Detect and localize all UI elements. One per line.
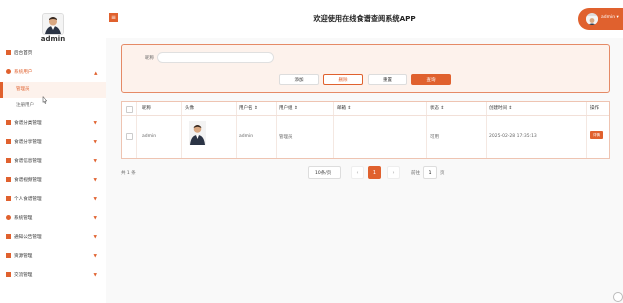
chevron-down-icon: ▼ bbox=[93, 159, 97, 164]
chevron-down-icon: ▼ bbox=[93, 273, 97, 278]
sidebar-username: admin bbox=[40, 35, 66, 43]
chevron-down-icon: ▼ bbox=[93, 254, 97, 259]
sidebar-item-recipe-share[interactable]: 食谱分享管理 ▼ bbox=[0, 133, 106, 152]
cell-username: admin bbox=[239, 134, 254, 139]
total-count: 共 1 条 bbox=[121, 171, 136, 176]
bell-icon bbox=[6, 234, 11, 239]
cell-created: 2025-02-28 17:35:13 bbox=[489, 134, 537, 139]
sidebar-menu: 后台首页 系统用户 ▼ 管理员 注册用户 食谱分类管理 ▼ 食谱分享管理 ▼ 食谱信息… bbox=[0, 44, 106, 285]
sidebar-item-label: 资源管理 bbox=[14, 254, 33, 259]
sidebar-item-label: 食谱视频管理 bbox=[14, 178, 42, 183]
chevron-down-icon: ▼ bbox=[93, 197, 97, 202]
sidebar-item-label: 个人食谱管理 bbox=[14, 197, 42, 202]
sidebar-item-system-users[interactable]: 系统用户 ▼ bbox=[0, 63, 106, 82]
cell-nickname: admin bbox=[142, 134, 157, 139]
sidebar-item-label: 系统管理 bbox=[14, 216, 33, 221]
delete-button[interactable]: 删除 bbox=[323, 74, 363, 85]
column-header-status[interactable]: 状态 ⇕ bbox=[430, 102, 444, 115]
select-all-checkbox[interactable] bbox=[126, 106, 133, 113]
chevron-down-icon: ▼ bbox=[93, 140, 97, 145]
column-header-username[interactable]: 用户名 ⇕ bbox=[239, 102, 258, 115]
page-title: 欢迎使用在线食谱查阅系统APP bbox=[313, 14, 416, 23]
sidebar-item-label: 食谱分享管理 bbox=[14, 140, 42, 145]
cell-group: 管理员 bbox=[279, 135, 293, 140]
gear-icon bbox=[6, 215, 11, 220]
sidebar: admin 后台首页 系统用户 ▼ 管理员 注册用户 食谱分类管理 ▼ 食谱分享管理… bbox=[0, 0, 108, 303]
reset-button[interactable]: 重置 bbox=[368, 74, 407, 85]
page-number-current[interactable]: 1 bbox=[368, 166, 381, 179]
table-header: 昵称 头像 用户名 ⇕ 用户组 ⇕ 邮箱 ⇕ 状态 ⇕ 创建时间 ⇕ 操作 bbox=[122, 102, 609, 116]
data-table: 昵称 头像 用户名 ⇕ 用户组 ⇕ 邮箱 ⇕ 状态 ⇕ 创建时间 ⇕ 操作 ad… bbox=[121, 101, 610, 159]
page-size-select[interactable]: 10条/页 bbox=[308, 166, 341, 179]
home-icon bbox=[6, 50, 11, 55]
user-menu[interactable]: admin ▾ bbox=[578, 8, 623, 30]
search-label: 昵称 bbox=[145, 56, 154, 61]
column-header-email[interactable]: 邮箱 ⇕ bbox=[337, 102, 351, 115]
sidebar-item-label: 食谱分类管理 bbox=[14, 121, 42, 126]
column-header-created[interactable]: 创建时间 ⇕ bbox=[489, 102, 512, 115]
sidebar-subitem-registered-users[interactable]: 注册用户 bbox=[0, 98, 106, 114]
user-icon bbox=[6, 69, 11, 74]
row-avatar-image bbox=[189, 121, 206, 145]
next-page-button[interactable]: › bbox=[387, 166, 400, 179]
row-checkbox[interactable] bbox=[126, 133, 133, 140]
sidebar-item-recipe-category[interactable]: 食谱分类管理 ▼ bbox=[0, 114, 106, 133]
goto-page-input[interactable]: 1 bbox=[423, 166, 437, 179]
pagination: 共 1 条 10条/页 ‹ 1 › 前往 1 页 bbox=[106, 163, 623, 183]
chevron-up-icon: ▼ bbox=[93, 70, 97, 75]
top-header: ≡ 欢迎使用在线食谱查阅系统APP admin ▾ bbox=[106, 0, 623, 39]
sidebar-profile: admin bbox=[0, 0, 106, 43]
prev-page-button[interactable]: ‹ bbox=[351, 166, 364, 179]
cell-status: 可用 bbox=[430, 135, 439, 140]
sidebar-item-label: 食谱信息管理 bbox=[14, 159, 42, 164]
column-header-nickname[interactable]: 昵称 bbox=[142, 102, 151, 115]
main-content: 昵称 添加 删除 重置 查询 昵称 头像 用户名 ⇕ 用户组 ⇕ 邮箱 ⇕ 状态… bbox=[106, 38, 623, 303]
column-header-avatar: 头像 bbox=[185, 106, 194, 111]
sidebar-item-label: 系统用户 bbox=[14, 70, 33, 75]
sidebar-item-home[interactable]: 后台首页 bbox=[0, 44, 106, 63]
chevron-down-icon: ▼ bbox=[93, 235, 97, 240]
sidebar-item-resources[interactable]: 资源管理 ▼ bbox=[0, 247, 106, 266]
assistant-icon[interactable] bbox=[613, 292, 623, 302]
avatar[interactable] bbox=[42, 13, 64, 35]
search-input[interactable] bbox=[157, 52, 274, 63]
sidebar-item-label: 后台首页 bbox=[14, 51, 33, 56]
sidebar-item-notice[interactable]: 通知公告管理 ▼ bbox=[0, 228, 106, 247]
detail-button[interactable]: 详情 bbox=[590, 131, 603, 139]
sidebar-item-label: 交流管理 bbox=[14, 273, 33, 278]
goto-label: 前往 bbox=[411, 171, 420, 176]
grid-icon bbox=[6, 158, 11, 163]
avatar bbox=[586, 13, 598, 25]
sidebar-subitem-admin[interactable]: 管理员 bbox=[0, 82, 106, 98]
cursor-icon bbox=[42, 96, 48, 104]
add-button[interactable]: 添加 bbox=[279, 74, 319, 85]
folder-icon bbox=[6, 253, 11, 258]
grid-icon bbox=[6, 120, 11, 125]
sidebar-item-label: 通知公告管理 bbox=[14, 235, 42, 240]
chevron-down-icon: ▼ bbox=[93, 216, 97, 221]
chevron-down-icon: ▼ bbox=[93, 121, 97, 126]
sidebar-item-recipe-info[interactable]: 食谱信息管理 ▼ bbox=[0, 152, 106, 171]
search-panel: 昵称 添加 删除 重置 查询 bbox=[121, 44, 610, 93]
goto-unit-label: 页 bbox=[440, 171, 445, 176]
grid-icon bbox=[6, 177, 11, 182]
column-header-group[interactable]: 用户组 ⇕ bbox=[279, 102, 298, 115]
grid-icon bbox=[6, 196, 11, 201]
query-button[interactable]: 查询 bbox=[411, 74, 451, 85]
user-menu-label: admin ▾ bbox=[601, 15, 619, 20]
sidebar-item-personal-recipe[interactable]: 个人食谱管理 ▼ bbox=[0, 190, 106, 209]
grid-icon bbox=[6, 139, 11, 144]
sidebar-item-communication[interactable]: 交流管理 ▼ bbox=[0, 266, 106, 285]
column-header-actions: 操作 bbox=[590, 106, 599, 111]
sidebar-item-recipe-video[interactable]: 食谱视频管理 ▼ bbox=[0, 171, 106, 190]
chat-icon bbox=[6, 272, 11, 277]
sidebar-item-system-management[interactable]: 系统管理 ▼ bbox=[0, 209, 106, 228]
chevron-down-icon: ▼ bbox=[93, 178, 97, 183]
